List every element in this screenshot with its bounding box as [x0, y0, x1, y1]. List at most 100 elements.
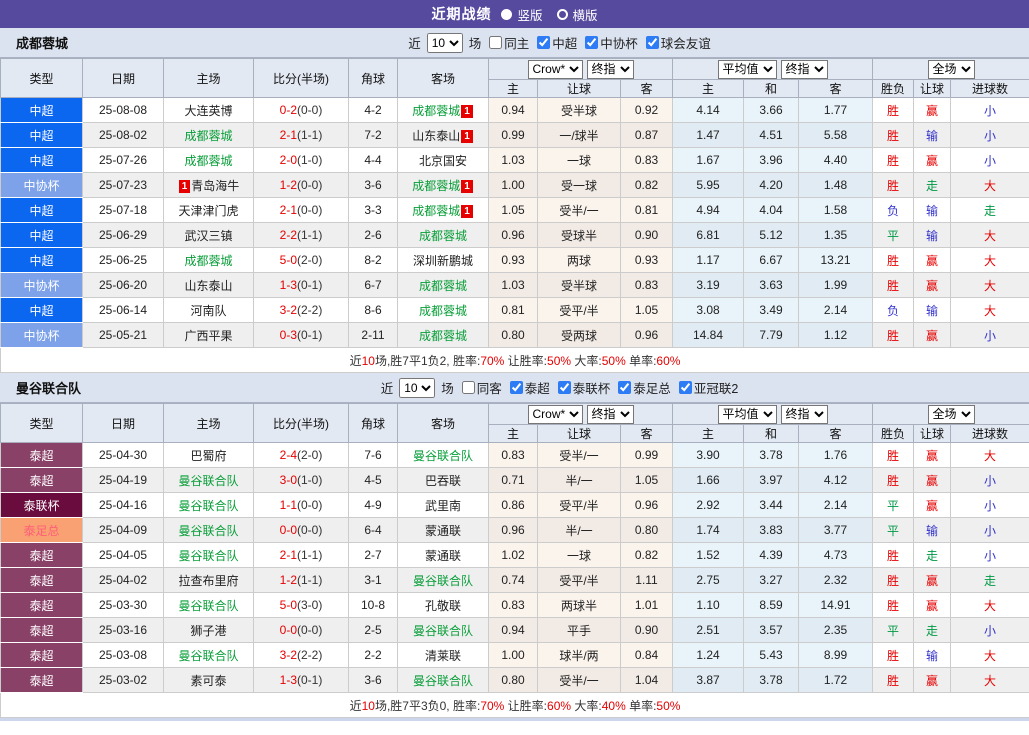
away-team-name: 成都蓉城 [419, 304, 467, 318]
league-cell: 中超 [1, 148, 83, 173]
home-team-name: 曼谷联合队 [178, 499, 238, 513]
corners-cell: 7-2 [349, 123, 398, 148]
date-cell: 25-06-25 [83, 248, 164, 273]
score-cell: 1-2(0-0) [254, 173, 349, 198]
recent-games-select[interactable]: 10 [427, 33, 463, 53]
date-cell: 25-03-30 [83, 593, 164, 618]
fulltime-score: 0-0 [280, 523, 297, 537]
date-cell: 25-03-16 [83, 618, 164, 643]
away-team-name: 曼谷联合队 [413, 674, 473, 688]
result-cell: 胜 [873, 98, 914, 123]
summary-stat-label: 大率: [571, 354, 602, 368]
odds-stage-select[interactable]: 终指 [587, 60, 634, 79]
handicap-cell: 受一球 [538, 173, 621, 198]
away-team-name: 曼谷联合队 [413, 624, 473, 638]
odds-away-cell: 0.93 [621, 248, 673, 273]
match-row: 泰超25-03-16狮子港0-0(0-0)2-5曼谷联合队0.94平手0.902… [1, 618, 1029, 643]
league-filter-checkbox-label-1[interactable]: 中协杯 [585, 33, 638, 52]
league-cell: 中超 [1, 98, 83, 123]
result-cell: 胜 [873, 468, 914, 493]
average-group-header: 平均值终指 [673, 59, 873, 80]
summary-row: 近10场,胜7平1负2, 胜率:70% 让胜率:50% 大率:50% 单率:60… [1, 348, 1029, 373]
result-cell: 胜 [873, 273, 914, 298]
avg-home-cell: 1.52 [673, 543, 744, 568]
odds-home-cell: 0.86 [489, 493, 538, 518]
league-filter-checkbox-label-2[interactable]: 球会友谊 [646, 33, 711, 52]
league-filter-checkbox-1[interactable] [585, 36, 598, 49]
fulltime-score: 2-2 [280, 228, 297, 242]
handicap-cell: 受球半 [538, 223, 621, 248]
away-team-cell: 成都蓉城1 [398, 98, 489, 123]
column-header-1: 日期 [83, 59, 164, 98]
handicap-cell: 受半球 [538, 273, 621, 298]
average-select[interactable]: 平均值 [718, 405, 777, 424]
odds-stage-select[interactable]: 终指 [587, 405, 634, 424]
summary-stat-value: 50% [547, 354, 571, 368]
home-team-cell: 狮子港 [164, 618, 254, 643]
league-filter-checkbox-0[interactable] [510, 381, 523, 394]
same-venue-checkbox[interactable] [462, 381, 475, 394]
league-filter-checkbox-label-1[interactable]: 泰联杯 [558, 378, 611, 397]
date-cell: 25-04-30 [83, 443, 164, 468]
away-team-name: 山东泰山 [412, 129, 460, 143]
average-select[interactable]: 平均值 [718, 60, 777, 79]
layout-radio-horizontal[interactable]: 横版 [557, 5, 598, 24]
goals-result-cell: 小 [951, 493, 1029, 518]
avg-away-cell: 8.99 [799, 643, 873, 668]
avg-home-cell: 3.87 [673, 668, 744, 693]
handicap-result-cell: 输 [914, 198, 951, 223]
fulltime-score: 2-1 [280, 128, 297, 142]
league-filter-checkbox-label-3[interactable]: 亚冠联2 [679, 378, 738, 397]
bookmaker-select[interactable]: Crow* [528, 405, 583, 424]
league-cell: 泰足总 [1, 518, 83, 543]
league-filter-checkbox-label-0[interactable]: 中超 [537, 33, 577, 52]
league-filter-checkbox-0[interactable] [537, 36, 550, 49]
same-venue-checkbox-label[interactable]: 同主 [489, 33, 529, 52]
league-cell: 泰联杯 [1, 493, 83, 518]
score-cell: 5-0(2-0) [254, 248, 349, 273]
handicap-cell: 受平/半 [538, 298, 621, 323]
league-filter-checkbox-2[interactable] [646, 36, 659, 49]
halftime-score: (2-2) [297, 648, 322, 662]
layout-radio-vertical[interactable]: 竖版 [501, 5, 542, 24]
odds-home-cell: 0.83 [489, 443, 538, 468]
recent-games-select[interactable]: 10 [399, 378, 435, 398]
goals-result-cell: 小 [951, 323, 1029, 348]
summary-stat-label: 让胜率: [504, 699, 547, 713]
handicap-result-cell: 输 [914, 643, 951, 668]
same-venue-checkbox[interactable] [489, 36, 502, 49]
sub-header-3: 主 [673, 425, 744, 443]
average-stage-select[interactable]: 终指 [781, 60, 828, 79]
date-cell: 25-04-05 [83, 543, 164, 568]
summary-row: 近10场,胜7平3负0, 胜率:70% 让胜率:60% 大率:40% 单率:50… [1, 693, 1029, 718]
home-team-name: 曼谷联合队 [178, 649, 238, 663]
summary-stat-value: 40% [602, 699, 626, 713]
league-filter-checkbox-3[interactable] [679, 381, 692, 394]
same-venue-checkbox-label[interactable]: 同客 [462, 378, 502, 397]
league-filter-checkbox-2[interactable] [618, 381, 631, 394]
match-scope-select[interactable]: 全场 [928, 60, 975, 79]
bookmaker-select[interactable]: Crow* [528, 60, 583, 79]
avg-home-cell: 1.67 [673, 148, 744, 173]
score-cell: 1-3(0-1) [254, 273, 349, 298]
match-row: 中协杯25-07-231青岛海牛1-2(0-0)3-6成都蓉城11.00受一球0… [1, 173, 1029, 198]
match-row: 泰超25-03-02素可泰1-3(0-1)3-6曼谷联合队0.80受半/一1.0… [1, 668, 1029, 693]
average-stage-select[interactable]: 终指 [781, 405, 828, 424]
league-filter-checkbox-label-0[interactable]: 泰超 [510, 378, 550, 397]
avg-draw-cell: 3.96 [744, 148, 799, 173]
corners-cell: 3-6 [349, 173, 398, 198]
odds-home-cell: 0.94 [489, 618, 538, 643]
league-filter-checkbox-label-2[interactable]: 泰足总 [618, 378, 671, 397]
match-scope-select[interactable]: 全场 [928, 405, 975, 424]
title-bar: 近期战绩 竖版横版 [0, 0, 1029, 28]
halftime-score: (1-1) [297, 228, 322, 242]
column-header-3: 比分(半场) [254, 404, 349, 443]
league-filter-checkbox-1[interactable] [558, 381, 571, 394]
column-header-2: 主场 [164, 404, 254, 443]
avg-away-cell: 1.12 [799, 323, 873, 348]
odds-away-cell: 0.99 [621, 443, 673, 468]
home-team-cell: 天津津门虎 [164, 198, 254, 223]
column-header-0: 类型 [1, 404, 83, 443]
away-team-cell: 孔敬联 [398, 593, 489, 618]
avg-away-cell: 2.14 [799, 493, 873, 518]
